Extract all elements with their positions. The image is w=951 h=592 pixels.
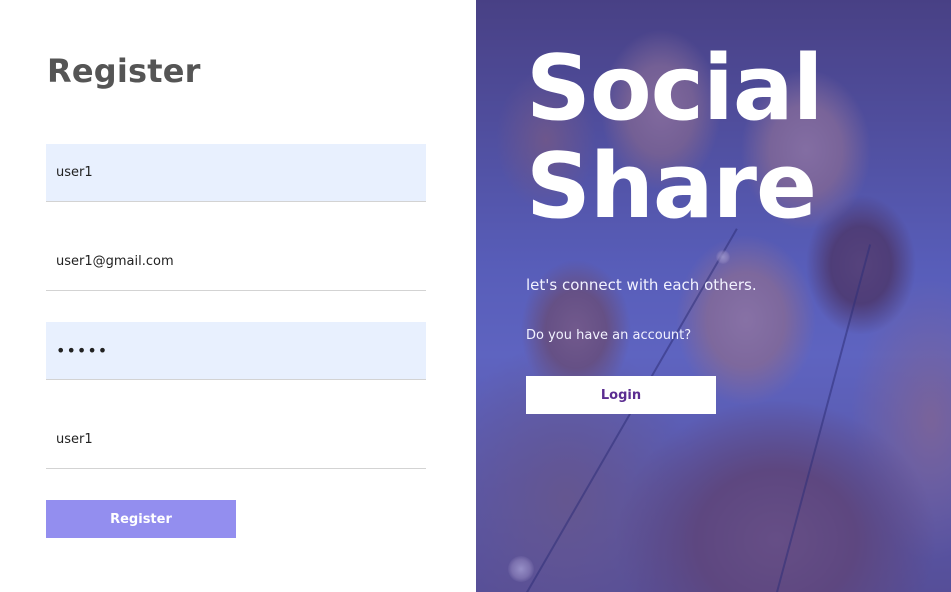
account-question: Do you have an account?: [526, 328, 692, 343]
register-panel: Register ••••• Register: [0, 0, 476, 592]
hero-tagline: let's connect with each others.: [526, 276, 757, 294]
page-title: Register: [47, 52, 201, 90]
hero-panel: Social Share let's connect with each oth…: [476, 0, 951, 592]
register-page: Register ••••• Register Social Share let…: [0, 0, 951, 592]
username-input[interactable]: [46, 144, 426, 202]
hero-title: Social Share: [526, 36, 823, 239]
hero-title-line-2: Share: [526, 134, 817, 239]
email-input[interactable]: [46, 233, 426, 291]
register-button[interactable]: Register: [46, 500, 236, 538]
name-input[interactable]: [46, 411, 426, 469]
password-input[interactable]: •••••: [46, 322, 426, 380]
login-button[interactable]: Login: [526, 376, 716, 414]
hero-title-line-1: Social: [526, 36, 823, 141]
